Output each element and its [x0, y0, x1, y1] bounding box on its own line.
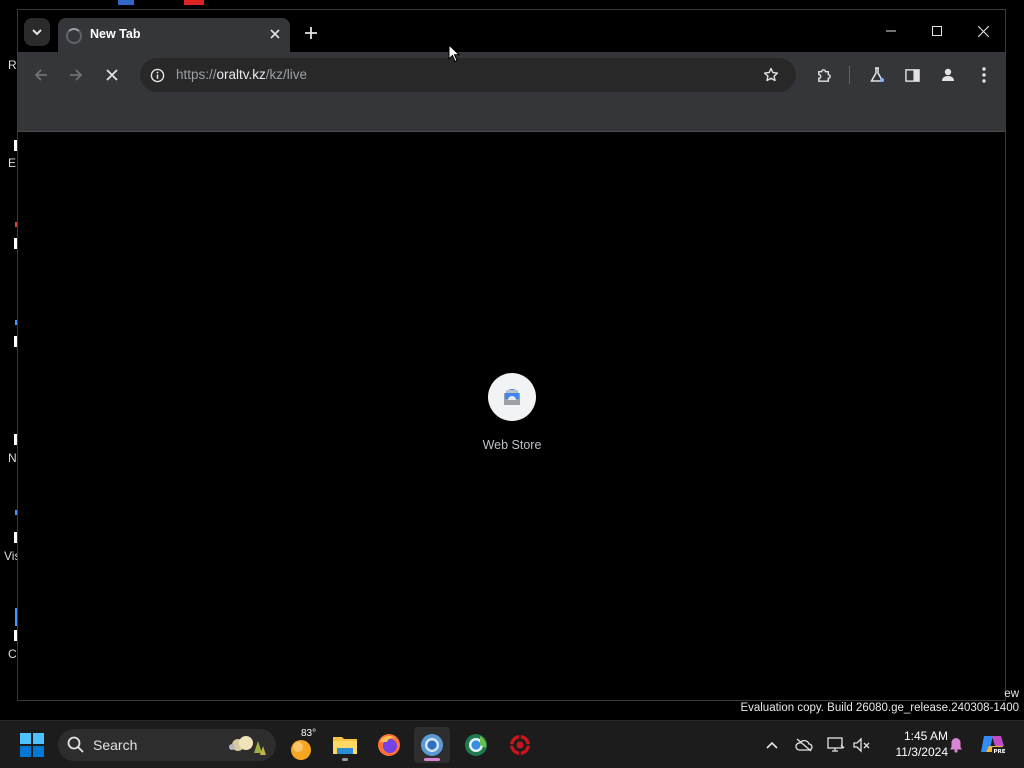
bookmark-star-button[interactable]	[762, 66, 780, 84]
loading-spinner-icon	[66, 28, 82, 44]
maximize-icon	[932, 26, 942, 36]
bell-icon	[950, 738, 962, 753]
shortcut-label: Web Store	[482, 438, 542, 452]
clock-date: 11/3/2024	[895, 745, 949, 759]
taskbar-app-file-explorer[interactable]	[327, 727, 363, 763]
new-tab-button[interactable]	[300, 22, 322, 44]
weather-widget[interactable]: 83°	[287, 727, 323, 763]
info-icon	[150, 68, 164, 82]
tab-new-tab[interactable]: New Tab	[58, 18, 290, 52]
plus-icon	[305, 27, 317, 39]
clock-time: 1:45 AM	[903, 729, 948, 743]
tab-search-button[interactable]	[24, 18, 50, 46]
active-indicator	[424, 758, 440, 761]
tab-close-button[interactable]	[266, 25, 284, 43]
desktop-icons-column: R E N Vis C	[0, 0, 204, 720]
desktop-icon[interactable]	[184, 0, 204, 5]
star-icon	[763, 67, 779, 82]
minimize-button[interactable]	[872, 17, 910, 45]
svg-text:PRE: PRE	[994, 749, 1006, 755]
bookmarks-bar	[18, 98, 1005, 132]
desktop-icon-label[interactable]: N	[8, 451, 17, 465]
edge-beta-icon	[465, 734, 487, 756]
url-scheme: https://	[176, 67, 217, 82]
back-button[interactable]	[28, 62, 54, 88]
onedrive-tray-button[interactable]	[794, 735, 814, 755]
weather-temperature: 83°	[301, 728, 317, 739]
minimize-icon	[886, 30, 896, 32]
maximize-button[interactable]	[918, 17, 956, 45]
search-highlight-icon	[229, 736, 266, 755]
search-label: Search	[93, 737, 138, 753]
desktop-icon-label[interactable]: C	[8, 647, 17, 661]
evaluation-watermark: ew Evaluation copy. Build 26080.ge_relea…	[740, 688, 1019, 715]
copilot-pre-icon: PRE	[981, 736, 1006, 755]
taskbar-app-edge-beta[interactable]	[458, 727, 494, 763]
notifications-button[interactable]	[946, 735, 966, 755]
url-path: /kz/live	[265, 67, 308, 82]
taskbar-app-security[interactable]	[502, 727, 538, 763]
side-panel-button[interactable]	[899, 62, 925, 88]
shortcut-icon-container	[488, 373, 536, 421]
profile-button[interactable]	[935, 62, 961, 88]
side-panel-icon	[904, 68, 920, 82]
url-host: oraltv.kz	[216, 67, 266, 82]
cloud-off-icon	[795, 738, 813, 752]
desktop-icon-label[interactable]: R	[8, 58, 17, 72]
watermark-text: Evaluation copy. Build 26080.ge_release.…	[740, 702, 1019, 714]
person-icon	[942, 68, 954, 81]
puzzle-icon	[817, 68, 831, 82]
browser-window: New Tab https://oraltv.kz/kz/live Web St…	[17, 9, 1006, 701]
flask-icon	[870, 67, 884, 82]
desktop-icon-label[interactable]: E	[8, 156, 16, 170]
file-explorer-icon	[333, 737, 357, 754]
address-bar[interactable]: https://oraltv.kz/kz/live	[140, 58, 796, 92]
taskbar-app-firefox[interactable]	[371, 727, 407, 763]
shortcut-web-store[interactable]: Web Store	[474, 373, 550, 452]
speaker-muted-icon	[853, 737, 870, 753]
url-text[interactable]: https://oraltv.kz/kz/live	[176, 67, 307, 82]
extensions-button[interactable]	[811, 62, 837, 88]
copilot-button[interactable]: PRE	[980, 731, 1006, 757]
taskbar-app-chrome[interactable]	[414, 727, 450, 763]
tab-title: New Tab	[90, 27, 141, 41]
network-monitor-icon	[827, 737, 845, 752]
chevron-up-icon	[766, 741, 778, 749]
chrome-icon	[421, 734, 443, 756]
arrow-right-icon	[70, 69, 83, 81]
watermark-fragment: ew	[1004, 688, 1019, 700]
labs-button[interactable]	[864, 62, 890, 88]
toolbar-separator	[849, 66, 850, 84]
show-hidden-icons-button[interactable]	[762, 735, 782, 755]
chevron-down-icon	[32, 29, 42, 36]
new-tab-page: Web Store	[18, 132, 1005, 700]
close-icon	[106, 69, 118, 81]
forward-button[interactable]	[63, 62, 89, 88]
close-window-button[interactable]	[964, 17, 1002, 45]
taskbar: Search 83° 1:45 AM 11/3/2024 PRE	[0, 720, 1024, 768]
weather-sun-icon	[291, 740, 311, 760]
navigation-toolbar: https://oraltv.kz/kz/live	[18, 52, 1005, 98]
close-icon	[977, 25, 989, 37]
web-store-icon	[504, 389, 520, 405]
site-info-button[interactable]	[148, 66, 166, 84]
taskbar-search-box[interactable]: Search	[58, 729, 276, 761]
firefox-icon	[378, 734, 400, 756]
taskbar-clock[interactable]: 1:45 AM 11/3/2024	[878, 728, 949, 760]
running-indicator	[342, 758, 348, 761]
desktop-icon[interactable]	[118, 0, 134, 5]
stop-loading-button[interactable]	[99, 62, 125, 88]
volume-tray-button[interactable]	[852, 735, 872, 755]
start-button[interactable]	[14, 727, 50, 763]
arrow-left-icon	[34, 69, 47, 81]
menu-button[interactable]	[971, 62, 997, 88]
security-app-icon	[510, 735, 530, 755]
network-tray-button[interactable]	[826, 735, 846, 755]
windows-logo-icon	[20, 733, 44, 757]
more-vertical-icon	[982, 67, 986, 83]
close-icon	[270, 29, 280, 39]
title-bar: New Tab	[18, 10, 1005, 52]
mouse-cursor-icon	[448, 44, 460, 63]
search-icon	[67, 736, 84, 753]
